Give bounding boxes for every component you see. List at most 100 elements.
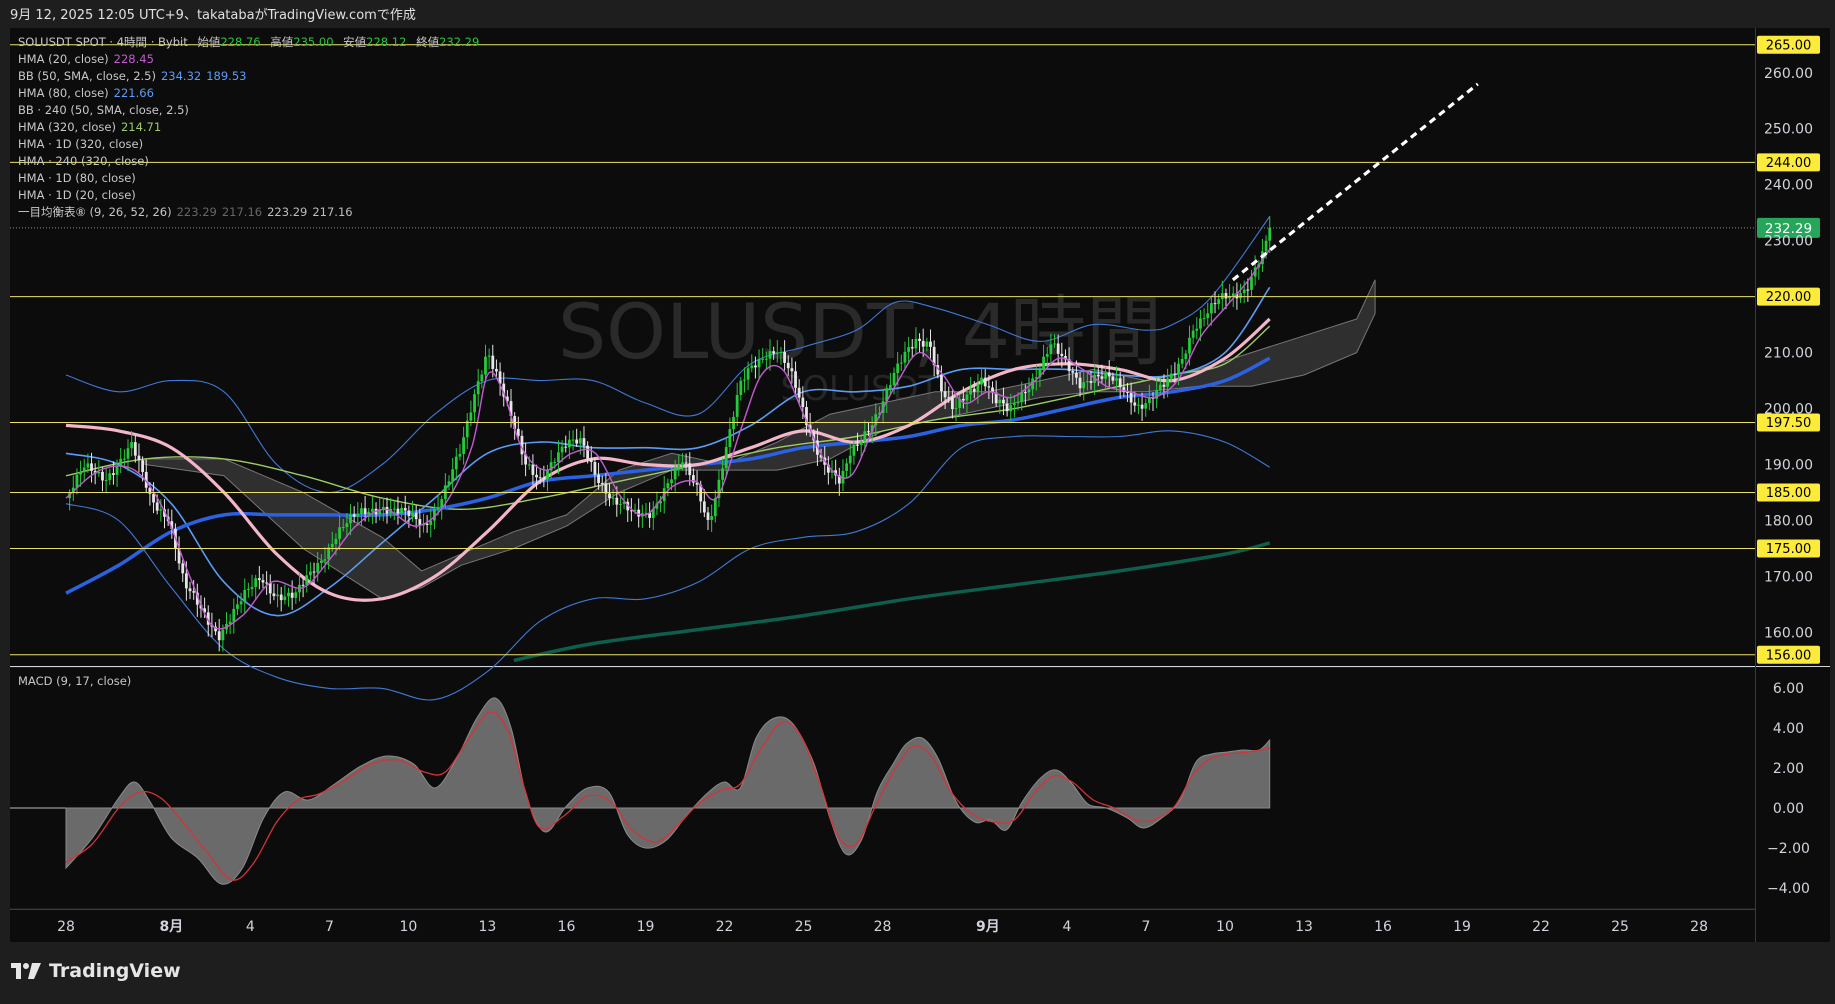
indicator-row[interactable]: HMA · 240 (320, close) <box>18 153 479 170</box>
candle-up <box>1027 389 1031 393</box>
candle-down <box>961 398 965 401</box>
tradingview-brand[interactable]: TradingView <box>11 960 181 982</box>
candle-down <box>608 493 611 499</box>
candle-down <box>403 508 407 511</box>
candle-up <box>1206 313 1210 319</box>
price-tick-label: 250.00 <box>1764 122 1813 138</box>
candle-up <box>1042 356 1045 370</box>
candle-down <box>921 340 925 347</box>
candle-down <box>790 368 794 372</box>
high-value: 235.00 <box>293 35 334 49</box>
candle-down <box>261 580 265 583</box>
candle-up <box>903 351 907 363</box>
candle-up <box>1053 343 1056 345</box>
candle-up <box>305 575 309 585</box>
candle-up <box>447 481 451 486</box>
candle-up <box>97 471 101 474</box>
candle-up <box>1195 328 1199 331</box>
candle-up <box>1250 276 1253 290</box>
candle-up <box>560 446 564 453</box>
candle-down <box>268 583 272 594</box>
price-tick-label: 200.00 <box>1764 402 1813 418</box>
candle-up <box>451 469 455 482</box>
candle-down <box>972 388 976 392</box>
candle-up <box>349 514 352 524</box>
indicator-value: 214.71 <box>120 120 162 134</box>
candle-up <box>254 578 258 587</box>
indicator-row[interactable]: HMA · 1D (320, close) <box>18 136 479 153</box>
indicator-name: HMA (20, close) <box>18 52 109 66</box>
candle-up <box>750 365 754 369</box>
candle-up <box>1264 240 1268 252</box>
indicator-name: HMA · 1D (20, close) <box>18 188 136 202</box>
candle-down <box>155 502 159 511</box>
time-tick-label: 19 <box>637 919 655 935</box>
candle-down <box>301 584 305 586</box>
candle-down <box>947 397 951 399</box>
candle-down <box>856 444 859 446</box>
candle-down <box>1173 373 1177 375</box>
candle-up <box>578 438 582 444</box>
symbol-line[interactable]: SOLUSDT SPOT · 4時間 · Bybit 始値228.76 高値23… <box>18 34 479 51</box>
level-label: 244.00 <box>1766 156 1812 171</box>
indicator-row[interactable]: HMA · 1D (80, close) <box>18 170 479 187</box>
candle-down <box>1107 372 1111 377</box>
candle-down <box>535 474 538 478</box>
candle-up <box>341 527 345 529</box>
candle-up <box>330 544 334 548</box>
candle-down <box>1089 381 1093 383</box>
indicator-row[interactable]: HMA (320, close) 214.71 <box>18 119 479 136</box>
candle-up <box>998 399 1002 404</box>
candle-up <box>436 507 440 510</box>
time-tick-label: 28 <box>57 919 75 935</box>
candle-down <box>290 592 294 598</box>
candle-up <box>104 480 108 482</box>
candle-up <box>1180 359 1184 364</box>
level-label: 265.00 <box>1766 38 1812 53</box>
candle-down <box>1213 303 1217 305</box>
indicator-row[interactable]: HMA (80, close) 221.66 <box>18 85 479 102</box>
indicator-row[interactable]: 一目均衡表⑧ (9, 26, 52, 26) 223.29 217.16 223.29… <box>18 204 479 221</box>
close-label: 終値 <box>416 35 440 49</box>
candle-up <box>1104 372 1107 379</box>
level-label: 185.00 <box>1766 486 1812 501</box>
candle-up <box>1220 293 1224 300</box>
candle-down <box>589 458 593 462</box>
indicator-value: 223.29 <box>267 205 308 219</box>
candle-up <box>484 356 487 375</box>
candle-up <box>473 394 476 413</box>
indicator-row[interactable]: BB · 240 (50, SMA, close, 2.5) <box>18 102 479 119</box>
indicator-row[interactable]: HMA (20, close) 228.45 <box>18 51 479 68</box>
candle-up <box>159 509 163 511</box>
candle-up <box>735 395 739 417</box>
candle-up <box>465 420 469 438</box>
candle-up <box>323 559 327 561</box>
candle-up <box>779 352 783 354</box>
candle-up <box>1268 227 1272 241</box>
indicator-name: BB (50, SMA, close, 2.5) <box>18 69 156 83</box>
level-label: 220.00 <box>1766 290 1812 305</box>
candle-up <box>86 463 90 468</box>
candle-down <box>706 512 710 520</box>
candle-up <box>619 503 622 505</box>
candle-up <box>980 377 983 385</box>
candle-down <box>754 365 757 368</box>
indicator-row[interactable]: HMA · 1D (20, close) <box>18 187 479 204</box>
candle-down <box>192 591 196 593</box>
candle-down <box>1246 289 1250 291</box>
candle-down <box>615 497 619 505</box>
candle-up <box>892 372 896 386</box>
candle-up <box>308 571 312 576</box>
candle-up <box>345 523 349 528</box>
candle-down <box>910 347 914 349</box>
indicator-row[interactable]: BB (50, SMA, close, 2.5) 234.32 189.53 <box>18 68 479 85</box>
candle-down <box>582 438 586 446</box>
candle-down <box>593 461 597 475</box>
time-tick-label: 10 <box>400 919 418 935</box>
open-value: 228.76 <box>220 35 261 49</box>
price-tick-label: 180.00 <box>1764 513 1813 529</box>
candle-up <box>458 453 462 457</box>
time-tick-label: 13 <box>479 919 497 935</box>
candle-up <box>334 538 338 545</box>
macd-legend[interactable]: MACD (9, 17, close) <box>18 674 131 688</box>
